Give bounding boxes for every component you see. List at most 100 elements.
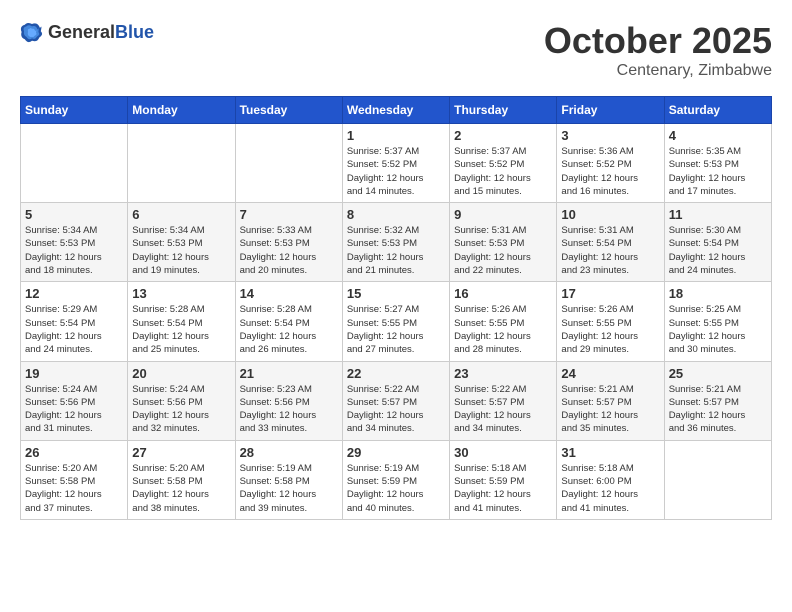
- day-info: Sunrise: 5:36 AM Sunset: 5:52 PM Dayligh…: [561, 145, 659, 198]
- day-number: 13: [132, 286, 230, 301]
- calendar-cell: 2Sunrise: 5:37 AM Sunset: 5:52 PM Daylig…: [450, 124, 557, 203]
- day-number: 11: [669, 207, 767, 222]
- day-info: Sunrise: 5:25 AM Sunset: 5:55 PM Dayligh…: [669, 303, 767, 356]
- day-info: Sunrise: 5:28 AM Sunset: 5:54 PM Dayligh…: [240, 303, 338, 356]
- day-info: Sunrise: 5:26 AM Sunset: 5:55 PM Dayligh…: [561, 303, 659, 356]
- calendar-cell: 6 Sunrise: 5:34 AM Sunset: 5:53 PM Daylig…: [128, 203, 235, 282]
- day-number: 29: [347, 445, 445, 460]
- calendar-cell: 5 Sunrise: 5:34 AM Sunset: 5:53 PM Daylig…: [21, 203, 128, 282]
- day-info: Sunrise: 5:27 AM Sunset: 5:55 PM Dayligh…: [347, 303, 445, 356]
- day-info: Sunrise: 5:23 AM Sunset: 5:56 PM Dayligh…: [240, 383, 338, 436]
- calendar-cell: 17 Sunrise: 5:26 AM Sunset: 5:55 PM Dayli…: [557, 282, 664, 361]
- day-number: 5: [25, 207, 123, 222]
- day-info: Sunrise: 5:32 AM Sunset: 5:53 PM Dayligh…: [347, 224, 445, 277]
- logo-text: GeneralBlue: [48, 22, 154, 43]
- day-number: 14: [240, 286, 338, 301]
- logo-general: General: [48, 22, 115, 42]
- calendar: SundayMondayTuesdayWednesdayThursdayFrid…: [20, 96, 772, 520]
- calendar-cell: 23 Sunrise: 5:22 AM Sunset: 5:57 PM Dayli…: [450, 361, 557, 440]
- location-title: Centenary, Zimbabwe: [544, 62, 772, 80]
- day-info: Sunrise: 5:22 AM Sunset: 5:57 PM Dayligh…: [454, 383, 552, 436]
- day-header-tuesday: Tuesday: [235, 97, 342, 124]
- calendar-cell: 13Sunrise: 5:28 AM Sunset: 5:54 PM Dayli…: [128, 282, 235, 361]
- calendar-week-3: 12 Sunrise: 5:29 AM Sunset: 5:54 PM Dayli…: [21, 282, 772, 361]
- day-number: 15: [347, 286, 445, 301]
- day-info: Sunrise: 5:31 AM Sunset: 5:53 PM Dayligh…: [454, 224, 552, 277]
- day-number: 23: [454, 366, 552, 381]
- day-number: 19: [25, 366, 123, 381]
- day-info: Sunrise: 5:19 AM Sunset: 5:58 PM Dayligh…: [240, 462, 338, 515]
- logo: GeneralBlue: [20, 20, 154, 44]
- calendar-cell: 18 Sunrise: 5:25 AM Sunset: 5:55 PM Dayli…: [664, 282, 771, 361]
- logo-icon: [20, 20, 44, 44]
- calendar-cell: [128, 124, 235, 203]
- day-info: Sunrise: 5:20 AM Sunset: 5:58 PM Dayligh…: [25, 462, 123, 515]
- day-number: 31: [561, 445, 659, 460]
- calendar-header-row: SundayMondayTuesdayWednesdayThursdayFrid…: [21, 97, 772, 124]
- day-info: Sunrise: 5:24 AM Sunset: 5:56 PM Dayligh…: [132, 383, 230, 436]
- calendar-cell: 22 Sunrise: 5:22 AM Sunset: 5:57 PM Dayli…: [342, 361, 449, 440]
- day-number: 20: [132, 366, 230, 381]
- day-number: 26: [25, 445, 123, 460]
- calendar-cell: [21, 124, 128, 203]
- calendar-cell: 16Sunrise: 5:26 AM Sunset: 5:55 PM Dayli…: [450, 282, 557, 361]
- day-header-sunday: Sunday: [21, 97, 128, 124]
- day-number: 24: [561, 366, 659, 381]
- calendar-cell: 1 Sunrise: 5:37 AM Sunset: 5:52 PM Daylig…: [342, 124, 449, 203]
- day-number: 16: [454, 286, 552, 301]
- day-info: Sunrise: 5:18 AM Sunset: 5:59 PM Dayligh…: [454, 462, 552, 515]
- calendar-week-5: 26 Sunrise: 5:20 AM Sunset: 5:58 PM Dayli…: [21, 440, 772, 519]
- day-header-saturday: Saturday: [664, 97, 771, 124]
- day-number: 18: [669, 286, 767, 301]
- day-number: 3: [561, 128, 659, 143]
- calendar-cell: 14 Sunrise: 5:28 AM Sunset: 5:54 PM Dayli…: [235, 282, 342, 361]
- day-info: Sunrise: 5:21 AM Sunset: 5:57 PM Dayligh…: [561, 383, 659, 436]
- day-number: 27: [132, 445, 230, 460]
- calendar-cell: 7Sunrise: 5:33 AM Sunset: 5:53 PM Daylig…: [235, 203, 342, 282]
- day-header-wednesday: Wednesday: [342, 97, 449, 124]
- calendar-cell: 20 Sunrise: 5:24 AM Sunset: 5:56 PM Dayli…: [128, 361, 235, 440]
- day-number: 6: [132, 207, 230, 222]
- calendar-cell: 4Sunrise: 5:35 AM Sunset: 5:53 PM Daylig…: [664, 124, 771, 203]
- day-number: 22: [347, 366, 445, 381]
- day-number: 17: [561, 286, 659, 301]
- day-number: 25: [669, 366, 767, 381]
- calendar-cell: 25 Sunrise: 5:21 AM Sunset: 5:57 PM Dayli…: [664, 361, 771, 440]
- calendar-cell: 10Sunrise: 5:31 AM Sunset: 5:54 PM Dayli…: [557, 203, 664, 282]
- logo-blue: Blue: [115, 22, 154, 42]
- day-number: 28: [240, 445, 338, 460]
- calendar-week-2: 5 Sunrise: 5:34 AM Sunset: 5:53 PM Daylig…: [21, 203, 772, 282]
- calendar-cell: 26 Sunrise: 5:20 AM Sunset: 5:58 PM Dayli…: [21, 440, 128, 519]
- day-info: Sunrise: 5:22 AM Sunset: 5:57 PM Dayligh…: [347, 383, 445, 436]
- page-header: GeneralBlue October 2025 Centenary, Zimb…: [20, 20, 772, 80]
- calendar-cell: 24 Sunrise: 5:21 AM Sunset: 5:57 PM Dayli…: [557, 361, 664, 440]
- month-title: October 2025: [544, 20, 772, 62]
- day-number: 7: [240, 207, 338, 222]
- day-number: 4: [669, 128, 767, 143]
- calendar-cell: 28 Sunrise: 5:19 AM Sunset: 5:58 PM Dayli…: [235, 440, 342, 519]
- calendar-week-1: 1 Sunrise: 5:37 AM Sunset: 5:52 PM Daylig…: [21, 124, 772, 203]
- calendar-cell: 31 Sunrise: 5:18 AM Sunset: 6:00 PM Dayli…: [557, 440, 664, 519]
- day-number: 12: [25, 286, 123, 301]
- calendar-cell: 12 Sunrise: 5:29 AM Sunset: 5:54 PM Dayli…: [21, 282, 128, 361]
- calendar-cell: [235, 124, 342, 203]
- calendar-cell: 15 Sunrise: 5:27 AM Sunset: 5:55 PM Dayli…: [342, 282, 449, 361]
- day-header-friday: Friday: [557, 97, 664, 124]
- day-info: Sunrise: 5:29 AM Sunset: 5:54 PM Dayligh…: [25, 303, 123, 356]
- day-info: Sunrise: 5:34 AM Sunset: 5:53 PM Dayligh…: [132, 224, 230, 277]
- calendar-cell: [664, 440, 771, 519]
- day-number: 30: [454, 445, 552, 460]
- calendar-cell: 27Sunrise: 5:20 AM Sunset: 5:58 PM Dayli…: [128, 440, 235, 519]
- calendar-cell: 11Sunrise: 5:30 AM Sunset: 5:54 PM Dayli…: [664, 203, 771, 282]
- day-info: Sunrise: 5:18 AM Sunset: 6:00 PM Dayligh…: [561, 462, 659, 515]
- day-info: Sunrise: 5:21 AM Sunset: 5:57 PM Dayligh…: [669, 383, 767, 436]
- day-header-thursday: Thursday: [450, 97, 557, 124]
- calendar-cell: 9 Sunrise: 5:31 AM Sunset: 5:53 PM Daylig…: [450, 203, 557, 282]
- day-number: 1: [347, 128, 445, 143]
- day-number: 9: [454, 207, 552, 222]
- day-info: Sunrise: 5:31 AM Sunset: 5:54 PM Dayligh…: [561, 224, 659, 277]
- calendar-week-4: 19 Sunrise: 5:24 AM Sunset: 5:56 PM Dayli…: [21, 361, 772, 440]
- day-info: Sunrise: 5:34 AM Sunset: 5:53 PM Dayligh…: [25, 224, 123, 277]
- day-info: Sunrise: 5:37 AM Sunset: 5:52 PM Dayligh…: [347, 145, 445, 198]
- day-info: Sunrise: 5:24 AM Sunset: 5:56 PM Dayligh…: [25, 383, 123, 436]
